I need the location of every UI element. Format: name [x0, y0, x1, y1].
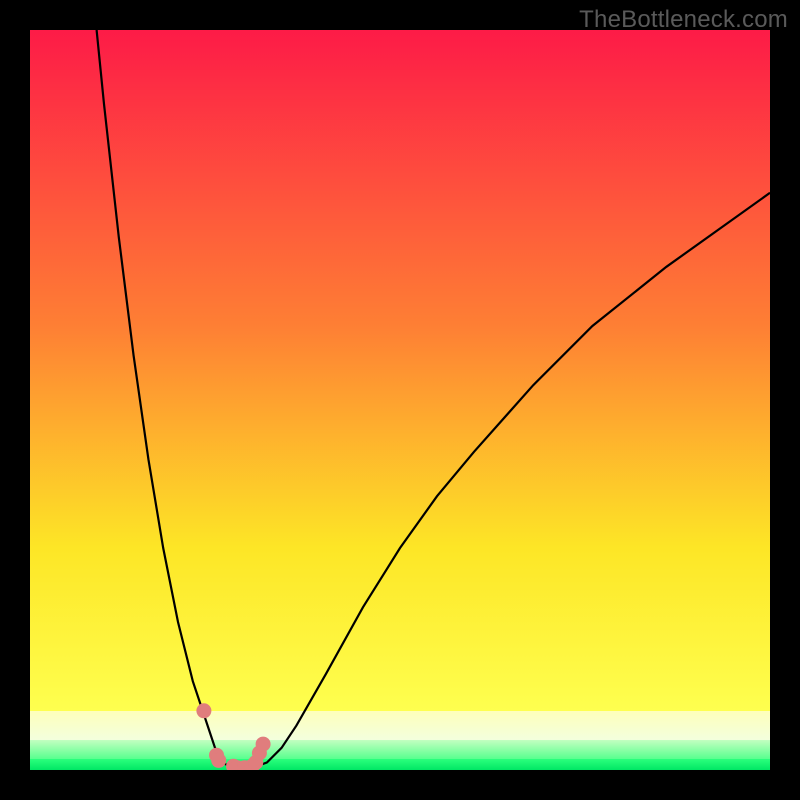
- gradient-lightgreen: [30, 740, 770, 759]
- gradient-pale: [30, 711, 770, 741]
- gradient-orange: [30, 326, 770, 548]
- gradient-yellow: [30, 548, 770, 711]
- gradient-red: [30, 30, 770, 326]
- plot-area: [30, 30, 770, 770]
- gradient-green: [30, 759, 770, 770]
- watermark-text: TheBottleneck.com: [579, 6, 788, 34]
